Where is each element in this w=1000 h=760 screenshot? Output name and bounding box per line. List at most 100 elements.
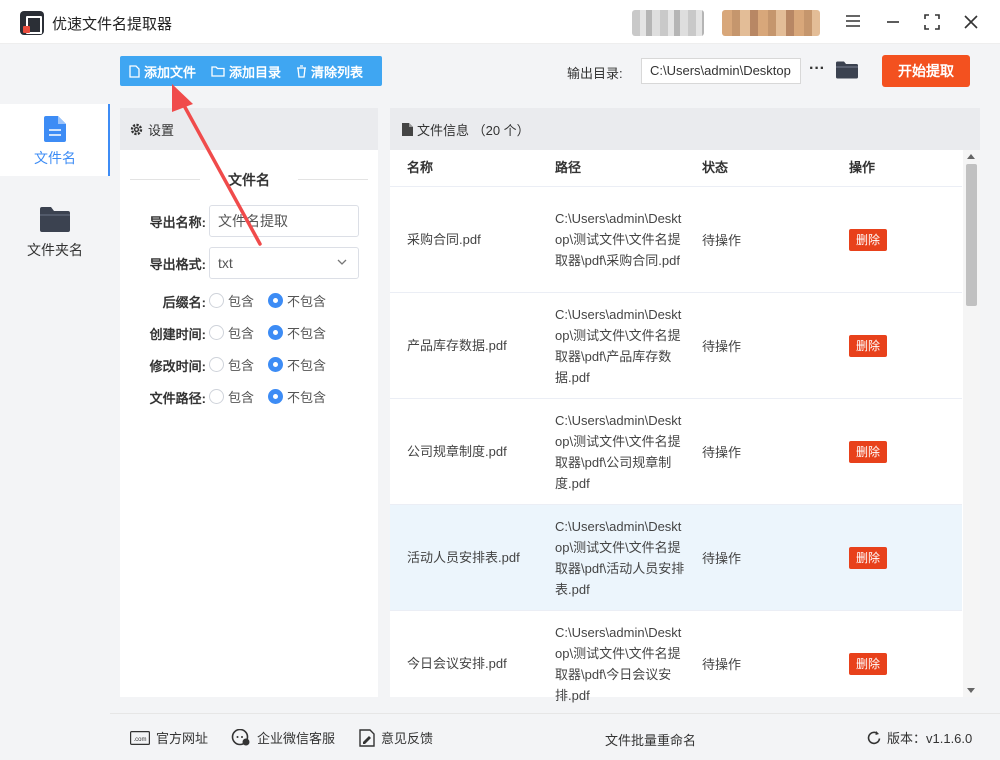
scrollbar-thumb[interactable] — [966, 164, 977, 306]
file-count-title: 文件信息 （20 个） — [417, 122, 530, 138]
feedback-icon — [359, 728, 375, 747]
settings-header: 设置 — [120, 108, 378, 150]
app-title: 优速文件名提取器 — [52, 16, 173, 33]
radio-dot — [268, 292, 284, 308]
scroll-up-icon[interactable] — [967, 154, 975, 159]
cell-path: C:\Users\admin\Desktop\测试文件\文件名提取器\pdf\公… — [555, 412, 682, 491]
cell-status: 待操作 — [702, 233, 742, 248]
start-extract-button[interactable]: 开始提取 — [882, 55, 970, 87]
radio-include[interactable]: 包含 — [209, 291, 254, 310]
gear-icon — [130, 123, 143, 135]
delete-button[interactable]: 删除 — [849, 652, 888, 675]
maximize-icon — [924, 14, 940, 30]
radio-dot — [268, 388, 284, 404]
delete-button[interactable]: 删除 — [849, 546, 888, 569]
close-button[interactable] — [956, 8, 986, 36]
radio-include[interactable]: 包含 — [209, 387, 254, 406]
add-file-button[interactable]: 添加文件 — [120, 56, 202, 86]
option-suffix: 包含 不包含 — [209, 290, 340, 310]
add-file-label: 添加文件 — [144, 64, 197, 80]
option-label-modified: 修改时间: — [149, 359, 206, 374]
radio-exclude[interactable]: 不包含 — [268, 387, 326, 406]
trash-icon — [297, 64, 307, 78]
browse-more-button[interactable]: ··· — [807, 58, 827, 84]
delete-button[interactable]: 删除 — [849, 334, 888, 357]
clear-list-button[interactable]: 清除列表 — [287, 56, 369, 86]
main-area: 添加文件 添加目录 清除列表 输出目录: C:\Users\admin\Desk… — [110, 44, 1000, 760]
delete-button[interactable]: 删除 — [849, 440, 888, 463]
cell-path: C:\Users\admin\Desktop\测试文件\文件名提取器\pdf\采… — [555, 211, 682, 268]
cell-path: C:\Users\admin\Desktop\测试文件\文件名提取器\pdf\今… — [555, 624, 682, 703]
blurred-user-info — [632, 10, 704, 36]
file-add-icon — [129, 64, 140, 78]
sidebar-item-foldername[interactable]: 文件夹名 — [0, 196, 110, 268]
file-toolbar: 添加文件 添加目录 清除列表 — [120, 56, 382, 86]
file-icon — [44, 116, 66, 142]
table-row[interactable]: 采购合同.pdf C:\Users\admin\Desktop\测试文件\文件名… — [390, 186, 962, 292]
close-icon — [964, 15, 978, 29]
cell-status: 待操作 — [702, 339, 742, 354]
export-name-label: 导出名称: — [149, 215, 206, 230]
title-bar: 优速文件名提取器 — [0, 0, 1000, 44]
radio-dot — [209, 356, 224, 372]
svg-text:.com: .com — [133, 737, 146, 743]
table-row[interactable]: 产品库存数据.pdf C:\Users\admin\Desktop\测试文件\文… — [390, 292, 962, 398]
batch-rename-link[interactable]: 文件批量重命名 — [605, 730, 696, 749]
column-header-name[interactable]: 名称 — [390, 150, 538, 186]
minimize-icon — [887, 21, 899, 23]
output-dir-input[interactable]: C:\Users\admin\Desktop — [641, 58, 801, 84]
radio-exclude[interactable]: 不包含 — [268, 355, 326, 374]
radio-include[interactable]: 包含 — [209, 323, 254, 342]
table-header: 名称 路径 状态 操作 — [390, 150, 962, 186]
radio-label: 包含 — [228, 293, 255, 309]
radio-exclude[interactable]: 不包含 — [268, 323, 326, 342]
radio-exclude[interactable]: 不包含 — [268, 291, 326, 310]
export-format-select[interactable]: txt — [209, 247, 359, 279]
folder-add-icon — [211, 66, 225, 77]
cell-action: 删除 — [832, 228, 962, 251]
official-website-label: 官方网址 — [156, 731, 209, 746]
radio-label: 不包含 — [287, 293, 327, 309]
add-directory-button[interactable]: 添加目录 — [202, 56, 287, 86]
column-header-action[interactable]: 操作 — [832, 150, 962, 186]
open-folder-button[interactable] — [836, 61, 858, 81]
export-format-label: 导出格式: — [149, 257, 206, 272]
settings-title: 设置 — [148, 122, 175, 138]
version-info[interactable]: 版本：v1.1.6.0 — [866, 728, 972, 747]
option-modified: 包含 不包含 — [209, 354, 340, 374]
version-label: 版本：v1.1.6.0 — [887, 731, 973, 746]
radio-dot — [209, 388, 224, 404]
table-row[interactable]: 今日会议安排.pdf C:\Users\admin\Desktop\测试文件\文… — [390, 610, 962, 716]
radio-label: 不包含 — [287, 357, 327, 373]
scroll-down-icon[interactable] — [967, 688, 975, 693]
sidebar-item-label: 文件夹名 — [27, 242, 83, 258]
blurred-account-info[interactable] — [722, 10, 820, 36]
official-website-link[interactable]: .com 官方网址 — [130, 728, 208, 747]
cell-status: 待操作 — [702, 657, 742, 672]
file-list-panel: 文件信息 （20 个） 名称 路径 状态 操作 采购合同.pdf C:\User… — [390, 108, 980, 703]
export-format-value: txt — [218, 255, 233, 271]
feedback-label: 意见反馈 — [381, 731, 434, 746]
feedback-link[interactable]: 意见反馈 — [359, 728, 433, 747]
refresh-icon — [867, 730, 881, 744]
menu-icon — [846, 15, 860, 27]
output-dir-label: 输出目录: — [567, 66, 623, 81]
column-header-status[interactable]: 状态 — [685, 150, 832, 186]
minimize-button[interactable] — [878, 8, 908, 36]
delete-button[interactable]: 删除 — [849, 228, 888, 251]
cell-action: 删除 — [832, 652, 962, 675]
radio-dot — [209, 292, 224, 308]
maximize-button[interactable] — [917, 8, 947, 36]
vertical-scrollbar[interactable] — [963, 150, 980, 697]
radio-include[interactable]: 包含 — [209, 355, 254, 374]
cell-name: 今日会议安排.pdf — [407, 656, 507, 671]
file-list-header: 文件信息 （20 个） — [390, 108, 980, 150]
sidebar-item-filename[interactable]: 文件名 — [0, 104, 110, 176]
export-name-input[interactable]: 文件名提取 — [209, 205, 359, 237]
menu-button[interactable] — [838, 8, 868, 36]
table-row[interactable]: 公司规章制度.pdf C:\Users\admin\Desktop\测试文件\文… — [390, 398, 962, 504]
document-icon — [402, 122, 413, 136]
wechat-support-link[interactable]: 企业微信客服 — [231, 728, 335, 747]
column-header-path[interactable]: 路径 — [538, 150, 685, 186]
table-row[interactable]: 活动人员安排表.pdf C:\Users\admin\Desktop\测试文件\… — [390, 504, 962, 610]
